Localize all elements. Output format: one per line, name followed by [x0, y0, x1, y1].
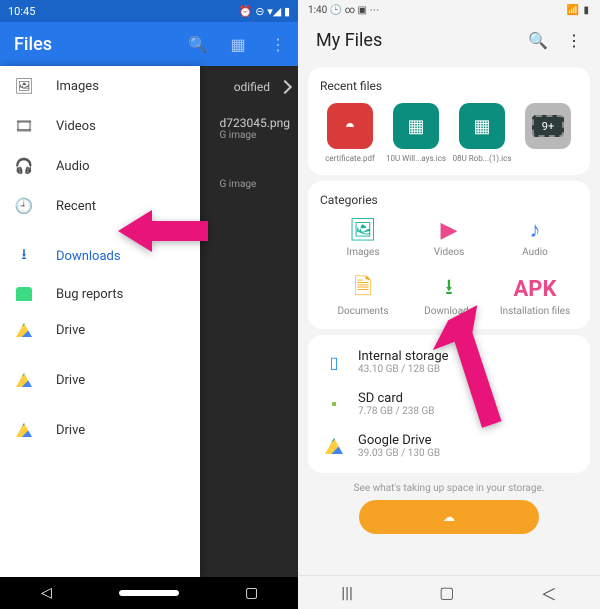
recent-item[interactable]: ◓ certificate.pdf — [320, 103, 380, 163]
nine-plus-badge: 9+ — [532, 115, 564, 137]
card-title: Categories — [320, 193, 578, 207]
drawer-label: Drive — [56, 373, 85, 388]
drawer-item-drive[interactable]: Drive — [0, 412, 200, 448]
calendar-icon: ▦ — [459, 103, 505, 149]
drawer-label: Recent — [56, 199, 96, 214]
search-icon[interactable]: 🔍 — [178, 35, 218, 54]
annotation-arrow — [420, 304, 510, 438]
recent-item[interactable]: ▦ 10U Will...ays.ics — [386, 103, 446, 163]
more-icon[interactable]: ⋮ — [566, 31, 582, 50]
storage-sub: 39.03 GB / 130 GB — [358, 448, 440, 459]
redaction — [48, 348, 186, 362]
samsung-nav-bar: ||| ▢ ＜ — [298, 575, 600, 609]
app-bar: Files 🔍 ▦ ⋮ — [0, 22, 298, 66]
drawer-label: Drive — [56, 323, 85, 338]
drawer-label: Bug reports — [56, 287, 123, 302]
audio-icon: 🎧 — [14, 157, 34, 175]
cat-label: Installation files — [500, 306, 570, 317]
video-icon: 🎞 — [14, 117, 34, 135]
apk-icon: APK — [492, 276, 578, 302]
bg-file-sub: G image — [220, 130, 291, 141]
drawer-item-images[interactable]: 🖼 Images — [0, 66, 200, 106]
status-icons: 📶 ▮ — [567, 5, 590, 16]
sort-label: odified — [234, 80, 270, 94]
cat-label: Documents — [337, 306, 388, 317]
calendar-icon: ▦ — [393, 103, 439, 149]
redaction — [48, 448, 186, 462]
drive-icon — [322, 434, 346, 458]
recent-label: certificate.pdf — [320, 154, 380, 163]
status-time: 10:45 — [8, 5, 35, 18]
status-bar: 1:40 🕒 ∞ ▣ ⋯ 📶 ▮ — [298, 0, 600, 20]
bg-file-name: d723045.png — [220, 116, 291, 130]
recent-item[interactable]: ▦ 08U Rob...(1).ics — [452, 103, 512, 163]
phone-icon: ▯ — [322, 350, 346, 374]
recent-item-more[interactable]: 9+ — [518, 103, 578, 163]
download-icon: ⭳ — [14, 244, 34, 269]
cat-videos[interactable]: ▶ Videos — [406, 217, 492, 258]
drawer-label: Drive — [56, 423, 85, 438]
more-thumb: 9+ — [525, 103, 571, 149]
redaction — [48, 398, 186, 412]
search-icon[interactable]: 🔍 — [528, 31, 548, 50]
sd-icon: ▪ — [322, 392, 346, 416]
status-icons: ⏰ ⊝ ▾◢ ▮ — [239, 5, 290, 18]
recents-button[interactable]: ||| — [341, 583, 353, 602]
drawer-item-videos[interactable]: 🎞 Videos — [0, 106, 200, 146]
download-icon: ⭳ — [406, 276, 492, 302]
drawer-item-bugreports[interactable]: Bug reports — [0, 276, 200, 312]
drive-icon — [14, 323, 34, 337]
pdf-icon: ◓ — [327, 103, 373, 149]
annotation-arrow — [118, 206, 208, 260]
cat-audio[interactable]: ♪ Audio — [492, 217, 578, 258]
android-icon — [14, 287, 34, 301]
analyze-storage-button[interactable]: ☁ — [359, 500, 539, 534]
recents-button[interactable]: ▢ — [232, 585, 272, 601]
status-time: 1:40 🕒 ∞ ▣ ⋯ — [308, 5, 379, 16]
drawer-item-drive[interactable]: Drive — [0, 362, 200, 398]
storage-hint: See what's taking up space in your stora… — [298, 483, 600, 494]
app-title: Files — [0, 34, 52, 55]
drawer-item-audio[interactable]: 🎧 Audio — [0, 146, 200, 186]
android-nav-bar: ◁ ▢ — [0, 577, 298, 609]
card-title: Recent files — [320, 79, 578, 93]
more-icon[interactable]: ⋮ — [258, 35, 298, 54]
cat-label: Videos — [434, 247, 465, 258]
back-button[interactable]: ＜ — [541, 581, 557, 605]
recent-label: 08U Rob...(1).ics — [452, 154, 512, 163]
recent-files-card: Recent files ◓ certificate.pdf ▦ 10U Wil… — [308, 67, 590, 175]
back-button[interactable]: ◁ — [26, 585, 66, 601]
status-bar: 10:45 ⏰ ⊝ ▾◢ ▮ — [0, 0, 298, 22]
image-icon: 🖼 — [14, 77, 34, 95]
cat-label: Audio — [522, 247, 548, 258]
drawer-label: Audio — [56, 159, 89, 174]
drawer-label: Videos — [56, 119, 96, 134]
home-pill[interactable] — [119, 590, 179, 596]
audio-icon: ♪ — [492, 217, 578, 243]
grid-view-icon[interactable]: ▦ — [218, 35, 258, 54]
page-title: My Files — [316, 30, 382, 51]
cat-documents[interactable]: 🗎 Documents — [320, 276, 406, 317]
drawer-label: Images — [56, 79, 99, 94]
image-icon: 🖼 — [320, 217, 406, 243]
cat-images[interactable]: 🖼 Images — [320, 217, 406, 258]
chevron-down-icon — [278, 80, 292, 94]
home-button[interactable]: ▢ — [439, 583, 454, 602]
recent-label: 10U Will...ays.ics — [386, 154, 446, 163]
bg-file-sub2: G image — [220, 179, 291, 190]
document-icon: 🗎 — [320, 276, 406, 302]
drive-icon — [14, 423, 34, 437]
video-icon: ▶ — [406, 217, 492, 243]
stock-files-screenshot: 10:45 ⏰ ⊝ ▾◢ ▮ Files 🔍 ▦ ⋮ odified d7230… — [0, 0, 298, 609]
nav-drawer: 🖼 Images 🎞 Videos 🎧 Audio 🕘 Recent ⭳ Dow… — [0, 66, 200, 577]
cat-label: Images — [346, 247, 379, 258]
drive-icon — [14, 373, 34, 387]
drawer-label: Downloads — [56, 249, 121, 264]
recent-icon: 🕘 — [14, 197, 34, 215]
header: My Files 🔍 ⋮ — [298, 20, 600, 61]
drawer-item-drive[interactable]: Drive — [0, 312, 200, 348]
